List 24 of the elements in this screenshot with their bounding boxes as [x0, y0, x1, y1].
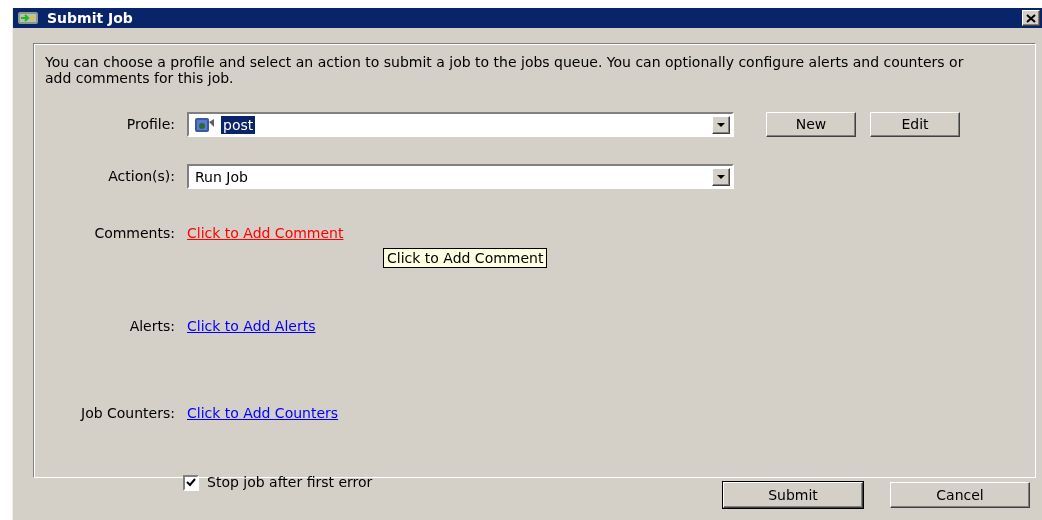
add-link[interactable]: Click to Add Counters: [187, 403, 339, 424]
checkbox[interactable]: [183, 474, 199, 491]
field-label: Action(s):: [107, 167, 176, 186]
edit-button[interactable]: Edit: [870, 112, 960, 137]
profile-icon: [193, 115, 217, 134]
submit-button[interactable]: Submit: [723, 482, 863, 508]
close-icon: [1026, 13, 1036, 23]
cancel-button[interactable]: Cancel: [890, 482, 1030, 508]
field-label: Alerts:: [128, 317, 176, 336]
combo-value: post: [221, 115, 256, 134]
field-label: Job Counters:: [79, 404, 176, 423]
field-label: Comments:: [93, 224, 176, 243]
profile-dropdown[interactable]: post: [187, 112, 734, 137]
add-link[interactable]: Click to Add Alerts: [187, 316, 316, 337]
action-dropdown[interactable]: Run Job: [187, 164, 734, 189]
combo-value: Run Job: [194, 167, 249, 186]
app-icon: [17, 10, 39, 26]
tooltip: Click to Add Comment: [383, 248, 548, 268]
window-title: Submit Job: [47, 8, 133, 28]
checkbox-label: Stop job after first error: [207, 473, 373, 492]
description-text: You can choose a profile and select an action to submit a job to the jobs queue. You can optionally configure alerts and counters or add comments for this job.: [45, 54, 965, 86]
field-label: Profile:: [125, 115, 176, 134]
close-button[interactable]: [1022, 10, 1040, 26]
new-button[interactable]: New: [766, 112, 856, 137]
